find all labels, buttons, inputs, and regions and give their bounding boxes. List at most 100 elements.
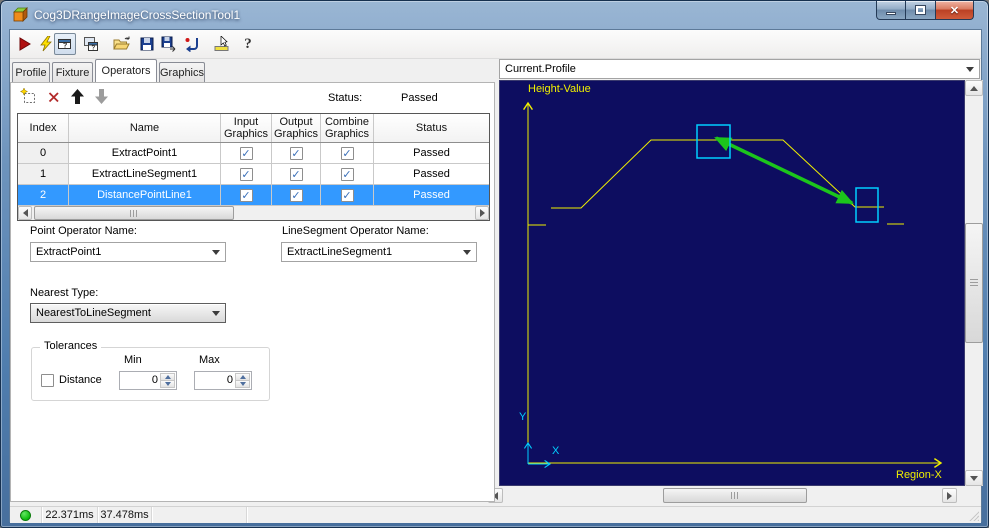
pointer-ruler-icon	[214, 36, 229, 51]
open-button[interactable]	[111, 33, 133, 55]
cell-index: 0	[18, 143, 69, 163]
scroll-down-button[interactable]	[965, 470, 983, 486]
scroll-left-button[interactable]	[18, 206, 32, 220]
tool-window: Cog3DRangeImageCrossSectionTool1 ✕ ? ? ?…	[0, 0, 989, 528]
scroll-thumb[interactable]	[34, 206, 234, 220]
distance-max-spinner[interactable]: 0	[194, 371, 252, 390]
profile-polyline	[551, 139, 884, 209]
spin-down-button[interactable]	[235, 381, 250, 388]
display-source-combobox[interactable]: Current.Profile	[499, 59, 980, 79]
tab-operators[interactable]: Operators	[95, 59, 157, 82]
scroll-right-button[interactable]	[942, 488, 957, 503]
svg-text:?: ?	[92, 46, 96, 52]
point-operator-combobox[interactable]: ExtractPoint1	[30, 242, 226, 262]
point-operator-label: Point Operator Name:	[30, 225, 137, 237]
table-h-scrollbar[interactable]	[18, 206, 489, 220]
nearest-type-combobox[interactable]: NearestToLineSegment	[30, 303, 226, 323]
help-button[interactable]: ?	[237, 33, 259, 55]
time-panel-1: 22.371ms	[42, 507, 98, 523]
table-row[interactable]: 2 DistancePointLine1 ✓ ✓ ✓ Passed	[18, 185, 489, 206]
save-button[interactable]	[136, 33, 158, 55]
combine-graphics-checkbox[interactable]: ✓	[340, 146, 354, 160]
window-title: Cog3DRangeImageCrossSectionTool1	[34, 8, 241, 22]
operators-table: Index Name Input Graphics Output Graphic…	[17, 113, 490, 221]
total-time: 37.478ms	[100, 509, 149, 521]
tab-fixture[interactable]: Fixture	[52, 62, 93, 82]
show-tool-window-button[interactable]: ?	[54, 33, 76, 55]
chart-h-scrollbar[interactable]	[488, 488, 957, 503]
chart-v-scrollbar[interactable]	[965, 80, 983, 486]
distance-result-arrow	[714, 136, 854, 205]
resize-grip[interactable]	[969, 511, 979, 521]
distance-label: Distance	[59, 374, 102, 386]
chevron-down-icon	[212, 250, 220, 255]
linesegment-operator-value: ExtractLineSegment1	[287, 246, 393, 258]
minimize-icon	[886, 11, 896, 15]
col-header-output[interactable]: Output Graphics	[272, 114, 321, 142]
col-header-status[interactable]: Status	[374, 114, 489, 142]
spin-up-button[interactable]	[235, 373, 250, 381]
save-as-button[interactable]	[158, 33, 180, 55]
open-folder-icon	[113, 36, 130, 50]
display-source-value: Current.Profile	[505, 63, 576, 75]
table-header: Index Name Input Graphics Output Graphic…	[18, 114, 489, 143]
tab-graphics[interactable]: Graphics	[159, 62, 205, 82]
run-button[interactable]	[14, 33, 36, 55]
col-header-combine[interactable]: Combine Graphics	[321, 114, 374, 142]
maximize-button[interactable]	[906, 1, 935, 20]
window-body: ? ? ? Profile Fixture Operators Graphics…	[9, 29, 983, 523]
move-down-button[interactable]	[93, 88, 110, 105]
exec-time: 22.371ms	[45, 509, 94, 521]
tab-profile[interactable]: Profile	[12, 62, 50, 82]
scroll-thumb[interactable]	[965, 223, 983, 343]
svg-text:?: ?	[63, 43, 67, 50]
maximize-icon	[915, 5, 926, 15]
col-header-index[interactable]: Index	[18, 114, 69, 142]
minimize-button[interactable]	[876, 1, 906, 20]
origin-x-label: X	[552, 445, 560, 457]
output-graphics-checkbox[interactable]: ✓	[289, 188, 303, 202]
input-graphics-checkbox[interactable]: ✓	[239, 146, 253, 160]
chevron-down-icon	[212, 311, 220, 316]
nearest-type-label: Nearest Type:	[30, 287, 99, 299]
input-graphics-checkbox[interactable]: ✓	[239, 188, 253, 202]
move-up-button[interactable]	[69, 88, 86, 105]
point-operator-value: ExtractPoint1	[36, 246, 102, 258]
scroll-thumb[interactable]	[663, 488, 807, 503]
tolerances-title: Tolerances	[40, 340, 102, 352]
scroll-up-button[interactable]	[965, 80, 983, 96]
table-row[interactable]: 1 ExtractLineSegment1 ✓ ✓ ✓ Passed	[18, 164, 489, 185]
col-header-input[interactable]: Input Graphics	[221, 114, 272, 142]
title-bar: Cog3DRangeImageCrossSectionTool1 ✕	[1, 1, 988, 29]
profile-chart[interactable]: Height-Value Region-X Y X	[499, 80, 965, 486]
cell-name: ExtractLineSegment1	[69, 164, 221, 184]
add-operator-button[interactable]	[20, 88, 37, 105]
scroll-right-button[interactable]	[475, 206, 489, 220]
spin-down-button[interactable]	[160, 381, 175, 388]
run-status-panel	[10, 507, 42, 523]
distance-min-spinner[interactable]: 0	[119, 371, 177, 390]
empty-panel	[152, 507, 247, 523]
spin-up-button[interactable]	[160, 373, 175, 381]
float-window-button[interactable]: ?	[80, 33, 102, 55]
combine-graphics-checkbox[interactable]: ✓	[340, 188, 354, 202]
col-header-name[interactable]: Name	[69, 114, 221, 142]
linesegment-marker-handle[interactable]	[855, 187, 879, 223]
close-button[interactable]: ✕	[935, 1, 974, 20]
measure-button[interactable]	[211, 33, 233, 55]
combine-graphics-checkbox[interactable]: ✓	[340, 167, 354, 181]
chevron-down-icon	[463, 250, 471, 255]
delete-operator-button[interactable]	[45, 88, 62, 105]
distance-checkbox[interactable]: ✓	[41, 374, 54, 387]
float-window-icon: ?	[84, 37, 98, 52]
cell-status: Passed	[413, 189, 450, 201]
linesegment-operator-combobox[interactable]: ExtractLineSegment1	[281, 242, 477, 262]
reset-button[interactable]	[181, 33, 203, 55]
status-bar: 22.371ms 37.478ms	[10, 506, 981, 523]
output-graphics-checkbox[interactable]: ✓	[289, 167, 303, 181]
output-graphics-checkbox[interactable]: ✓	[289, 146, 303, 160]
table-row[interactable]: 0 ExtractPoint1 ✓ ✓ ✓ Passed	[18, 143, 489, 164]
cell-index: 1	[18, 164, 69, 184]
input-graphics-checkbox[interactable]: ✓	[239, 167, 253, 181]
max-value: 0	[226, 374, 233, 386]
